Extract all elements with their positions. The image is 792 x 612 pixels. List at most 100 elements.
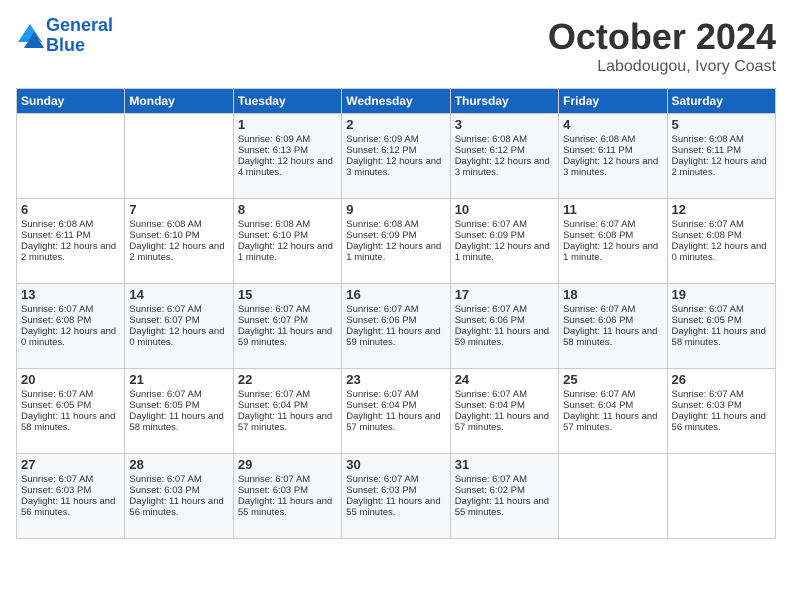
sunrise: Sunrise: 6:07 AM	[563, 219, 635, 230]
day-number: 14	[129, 287, 228, 302]
sunrise: Sunrise: 6:07 AM	[21, 389, 93, 400]
day-number: 2	[346, 117, 445, 132]
daylight: Daylight: 11 hours and 56 minutes.	[672, 411, 766, 433]
sunset: Sunset: 6:11 PM	[21, 230, 91, 241]
sunrise: Sunrise: 6:07 AM	[346, 304, 418, 315]
calendar-cell: 19 Sunrise: 6:07 AM Sunset: 6:05 PM Dayl…	[667, 284, 775, 369]
sunrise: Sunrise: 6:07 AM	[238, 474, 310, 485]
sunrise: Sunrise: 6:08 AM	[129, 219, 201, 230]
day-number: 13	[21, 287, 120, 302]
sunrise: Sunrise: 6:07 AM	[21, 304, 93, 315]
calendar-cell: 13 Sunrise: 6:07 AM Sunset: 6:08 PM Dayl…	[17, 284, 125, 369]
sunset: Sunset: 6:08 PM	[563, 230, 633, 241]
sunset: Sunset: 6:04 PM	[455, 400, 525, 411]
day-number: 17	[455, 287, 554, 302]
sunrise: Sunrise: 6:07 AM	[672, 304, 744, 315]
calendar-cell: 16 Sunrise: 6:07 AM Sunset: 6:06 PM Dayl…	[342, 284, 450, 369]
sunrise: Sunrise: 6:07 AM	[455, 389, 527, 400]
sunrise: Sunrise: 6:07 AM	[672, 219, 744, 230]
sunset: Sunset: 6:12 PM	[346, 145, 416, 156]
day-number: 16	[346, 287, 445, 302]
calendar-cell: 20 Sunrise: 6:07 AM Sunset: 6:05 PM Dayl…	[17, 369, 125, 454]
sunset: Sunset: 6:02 PM	[455, 485, 525, 496]
day-number: 12	[672, 202, 771, 217]
sunrise: Sunrise: 6:07 AM	[21, 474, 93, 485]
day-number: 29	[238, 457, 337, 472]
sunrise: Sunrise: 6:07 AM	[238, 304, 310, 315]
daylight: Daylight: 12 hours and 4 minutes.	[238, 156, 333, 178]
calendar-cell: 17 Sunrise: 6:07 AM Sunset: 6:06 PM Dayl…	[450, 284, 558, 369]
daylight: Daylight: 12 hours and 1 minute.	[238, 241, 333, 263]
daylight: Daylight: 11 hours and 57 minutes.	[455, 411, 549, 433]
logo-line1: General	[46, 15, 113, 35]
calendar-cell: 21 Sunrise: 6:07 AM Sunset: 6:05 PM Dayl…	[125, 369, 233, 454]
day-number: 23	[346, 372, 445, 387]
calendar-cell: 3 Sunrise: 6:08 AM Sunset: 6:12 PM Dayli…	[450, 114, 558, 199]
sunrise: Sunrise: 6:09 AM	[346, 134, 418, 145]
calendar-cell: 6 Sunrise: 6:08 AM Sunset: 6:11 PM Dayli…	[17, 199, 125, 284]
day-number: 8	[238, 202, 337, 217]
calendar-cell: 10 Sunrise: 6:07 AM Sunset: 6:09 PM Dayl…	[450, 199, 558, 284]
sunset: Sunset: 6:04 PM	[346, 400, 416, 411]
day-number: 1	[238, 117, 337, 132]
day-number: 9	[346, 202, 445, 217]
calendar-cell: 9 Sunrise: 6:08 AM Sunset: 6:09 PM Dayli…	[342, 199, 450, 284]
calendar-cell: 25 Sunrise: 6:07 AM Sunset: 6:04 PM Dayl…	[559, 369, 667, 454]
day-number: 4	[563, 117, 662, 132]
weekday-header: Monday	[125, 89, 233, 114]
calendar-cell: 15 Sunrise: 6:07 AM Sunset: 6:07 PM Dayl…	[233, 284, 341, 369]
logo-icon	[16, 22, 44, 50]
daylight: Daylight: 11 hours and 58 minutes.	[672, 326, 766, 348]
sunrise: Sunrise: 6:07 AM	[455, 304, 527, 315]
daylight: Daylight: 12 hours and 1 minute.	[455, 241, 550, 263]
weekday-header: Wednesday	[342, 89, 450, 114]
sunset: Sunset: 6:05 PM	[672, 315, 742, 326]
calendar-cell: 24 Sunrise: 6:07 AM Sunset: 6:04 PM Dayl…	[450, 369, 558, 454]
calendar-cell: 12 Sunrise: 6:07 AM Sunset: 6:08 PM Dayl…	[667, 199, 775, 284]
sunset: Sunset: 6:10 PM	[238, 230, 308, 241]
day-number: 31	[455, 457, 554, 472]
day-number: 11	[563, 202, 662, 217]
calendar-cell: 2 Sunrise: 6:09 AM Sunset: 6:12 PM Dayli…	[342, 114, 450, 199]
calendar-cell: 26 Sunrise: 6:07 AM Sunset: 6:03 PM Dayl…	[667, 369, 775, 454]
sunrise: Sunrise: 6:07 AM	[346, 389, 418, 400]
sunset: Sunset: 6:06 PM	[455, 315, 525, 326]
calendar-cell: 8 Sunrise: 6:08 AM Sunset: 6:10 PM Dayli…	[233, 199, 341, 284]
sunrise: Sunrise: 6:07 AM	[455, 219, 527, 230]
calendar-cell: 23 Sunrise: 6:07 AM Sunset: 6:04 PM Dayl…	[342, 369, 450, 454]
sunset: Sunset: 6:04 PM	[238, 400, 308, 411]
day-number: 24	[455, 372, 554, 387]
daylight: Daylight: 11 hours and 59 minutes.	[346, 326, 440, 348]
day-number: 28	[129, 457, 228, 472]
daylight: Daylight: 12 hours and 1 minute.	[346, 241, 441, 263]
weekday-header: Saturday	[667, 89, 775, 114]
sunrise: Sunrise: 6:07 AM	[455, 474, 527, 485]
daylight: Daylight: 12 hours and 2 minutes.	[21, 241, 116, 263]
sunset: Sunset: 6:03 PM	[672, 400, 742, 411]
sunset: Sunset: 6:08 PM	[21, 315, 91, 326]
weekday-header: Friday	[559, 89, 667, 114]
sunset: Sunset: 6:11 PM	[563, 145, 633, 156]
day-number: 3	[455, 117, 554, 132]
page-header: General Blue October 2024 Labodougou, Iv…	[16, 16, 776, 76]
month-title: October 2024	[548, 16, 776, 58]
calendar-cell	[17, 114, 125, 199]
sunrise: Sunrise: 6:07 AM	[563, 304, 635, 315]
sunset: Sunset: 6:13 PM	[238, 145, 308, 156]
daylight: Daylight: 12 hours and 2 minutes.	[129, 241, 224, 263]
day-number: 25	[563, 372, 662, 387]
sunset: Sunset: 6:11 PM	[672, 145, 742, 156]
sunrise: Sunrise: 6:07 AM	[563, 389, 635, 400]
daylight: Daylight: 12 hours and 1 minute.	[563, 241, 658, 263]
calendar-cell: 18 Sunrise: 6:07 AM Sunset: 6:06 PM Dayl…	[559, 284, 667, 369]
sunset: Sunset: 6:09 PM	[455, 230, 525, 241]
sunrise: Sunrise: 6:07 AM	[346, 474, 418, 485]
header-row: SundayMondayTuesdayWednesdayThursdayFrid…	[17, 89, 776, 114]
sunset: Sunset: 6:03 PM	[346, 485, 416, 496]
sunset: Sunset: 6:07 PM	[238, 315, 308, 326]
calendar-week-row: 6 Sunrise: 6:08 AM Sunset: 6:11 PM Dayli…	[17, 199, 776, 284]
sunrise: Sunrise: 6:07 AM	[129, 304, 201, 315]
calendar-cell: 11 Sunrise: 6:07 AM Sunset: 6:08 PM Dayl…	[559, 199, 667, 284]
weekday-header: Tuesday	[233, 89, 341, 114]
sunset: Sunset: 6:05 PM	[129, 400, 199, 411]
